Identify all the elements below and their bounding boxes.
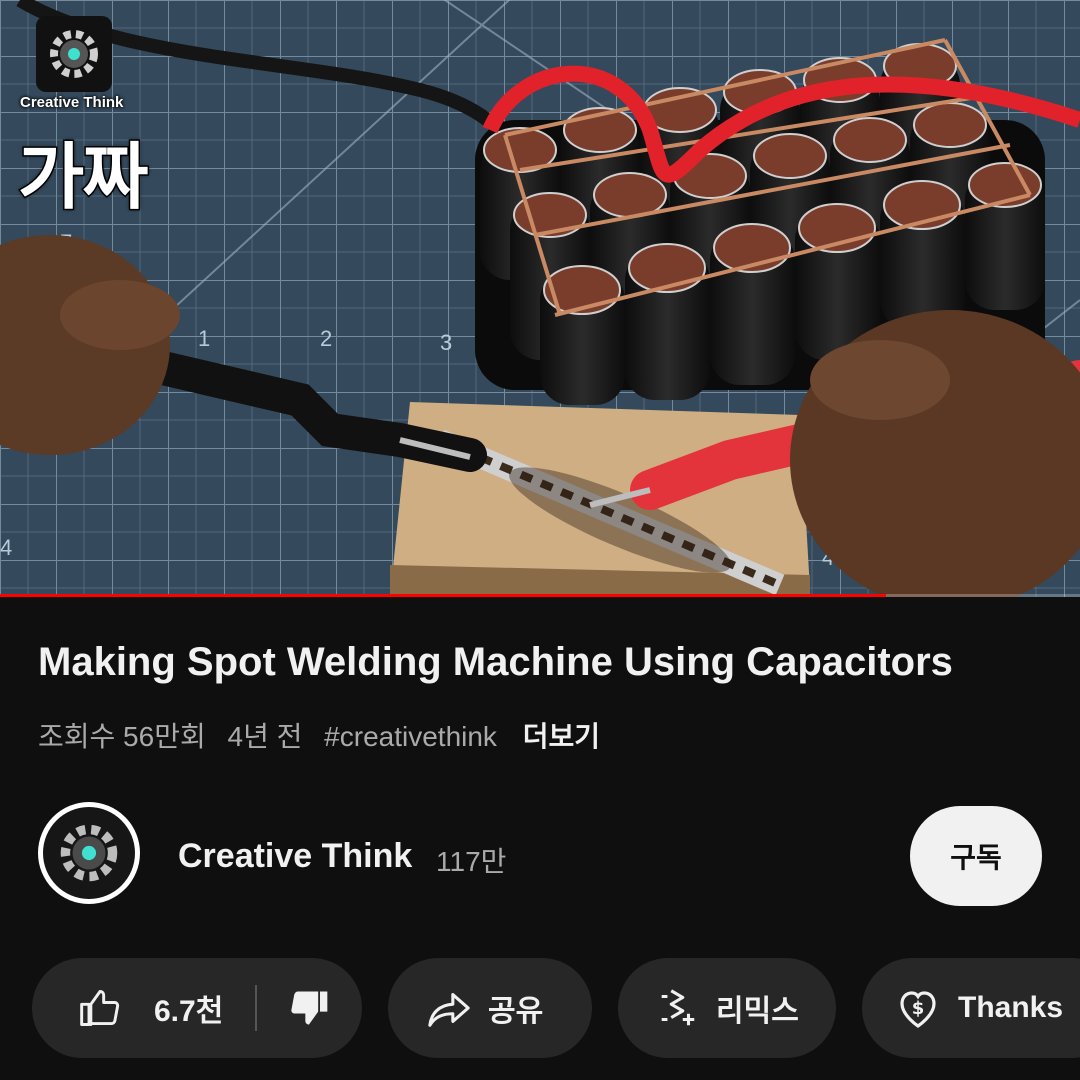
like-dislike-group: 6.7천 <box>32 958 362 1058</box>
channel-name[interactable]: Creative Think <box>178 837 412 876</box>
share-arrow-icon <box>428 993 470 1027</box>
gear-icon <box>50 30 98 78</box>
channel-watermark-logo <box>36 16 112 92</box>
thumbs-down-icon[interactable] <box>287 986 331 1030</box>
thanks-label: Thanks <box>958 991 1064 1024</box>
svg-text:4: 4 <box>0 535 12 560</box>
like-divider <box>255 985 258 1031</box>
heart-dollar-icon: $ <box>900 991 936 1028</box>
video-player[interactable]: 1 2 3 7 4 4 Creative Think 가짜 <box>0 0 1080 597</box>
upload-age: 4년 전 <box>227 721 303 752</box>
svg-text:3: 3 <box>440 330 452 355</box>
view-count: 조회수 56만회 <box>38 721 206 752</box>
video-frame: 1 2 3 7 4 4 <box>0 0 1080 597</box>
like-count[interactable]: 6.7천 <box>154 986 223 1030</box>
video-caption-overlay: 가짜 <box>16 134 150 221</box>
channel-avatar[interactable] <box>38 802 140 904</box>
remix-label: 리믹스 <box>716 995 799 1028</box>
video-progress-bar[interactable] <box>0 594 1080 597</box>
svg-text:1: 1 <box>198 326 210 351</box>
video-meta[interactable]: 조회수 56만회 4년 전 #creativethink 더보기 <box>38 715 614 755</box>
more-button[interactable]: 더보기 <box>523 721 600 752</box>
gear-icon <box>60 824 118 882</box>
thanks-button[interactable]: $ Thanks <box>862 958 1080 1058</box>
share-button[interactable]: 공유 <box>388 958 592 1058</box>
remix-button[interactable]: 리믹스 <box>618 958 836 1058</box>
svg-text:$: $ <box>912 998 925 1019</box>
subscribe-button[interactable]: 구독 <box>910 806 1042 906</box>
video-title[interactable]: Making Spot Welding Machine Using Capaci… <box>38 640 953 685</box>
video-progress-fill <box>0 594 886 597</box>
remix-icon <box>661 989 695 1026</box>
svg-text:2: 2 <box>320 326 332 351</box>
thumbs-up-icon[interactable] <box>78 986 122 1030</box>
watermark-text: Creative Think <box>20 94 124 111</box>
share-label: 공유 <box>488 995 544 1028</box>
hashtag-link[interactable]: #creativethink <box>324 721 497 752</box>
subscriber-count: 117만 <box>436 846 507 877</box>
